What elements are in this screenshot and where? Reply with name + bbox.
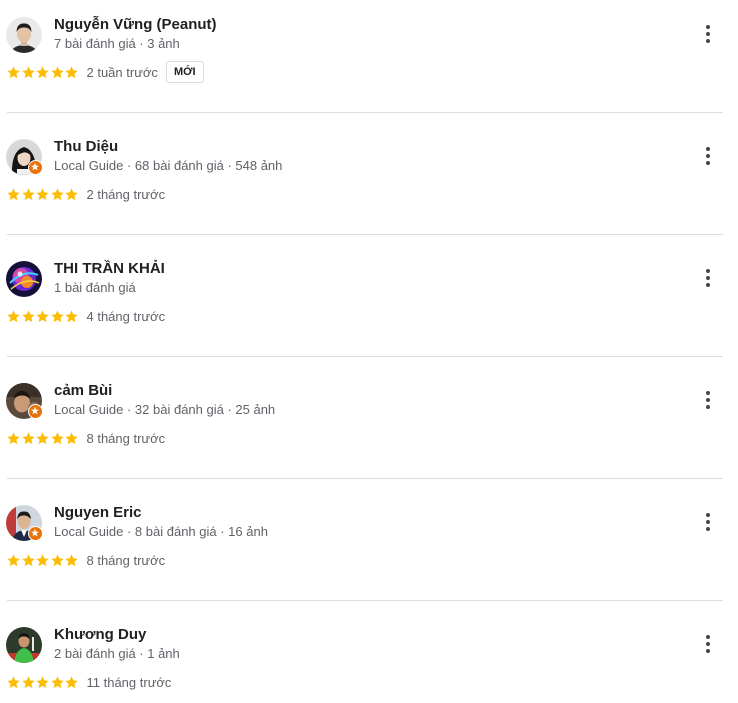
star-icon [21, 431, 35, 444]
more-vert-icon [706, 269, 710, 287]
reviewer-meta: Local Guide · 32 bài đánh giá · 25 ảnh [54, 402, 276, 417]
reviewer-avatar[interactable] [6, 505, 43, 541]
divider [7, 112, 723, 113]
star-icon [21, 675, 35, 688]
star-icon [65, 675, 78, 688]
star-rating [6, 65, 79, 80]
star-icon [36, 553, 49, 566]
reviewer-name[interactable]: Thu Diệu [54, 138, 118, 155]
reviewer-avatar[interactable] [6, 627, 42, 663]
local-guide-badge-icon [28, 526, 43, 541]
star-icon [21, 309, 35, 322]
star-icon [7, 187, 20, 200]
star-icon [7, 65, 20, 78]
review-item: Nguyen Eric Local Guide · 8 bài đánh giá… [0, 488, 738, 610]
star-icon [65, 553, 78, 566]
review-time: 2 tháng trước [86, 186, 166, 202]
divider [7, 356, 723, 357]
star-rating [6, 675, 79, 690]
rating-row: 11 tháng trước [6, 673, 171, 691]
more-options-button[interactable] [696, 632, 720, 656]
star-icon [50, 187, 64, 200]
more-options-button[interactable] [696, 22, 720, 46]
star-icon [36, 675, 49, 688]
more-options-button[interactable] [696, 266, 720, 290]
more-vert-icon [706, 25, 710, 43]
rating-row: 8 tháng trước [6, 551, 165, 569]
rating-row: 4 tháng trước [6, 307, 165, 325]
local-guide-badge-icon [28, 160, 43, 175]
review-time: 8 tháng trước [86, 552, 166, 568]
divider [7, 478, 723, 479]
more-vert-icon [706, 513, 710, 531]
reviewer-meta: 7 bài đánh giá · 3 ảnh [54, 36, 180, 51]
reviewer-avatar[interactable] [6, 17, 42, 53]
avatar-player-green [6, 627, 42, 663]
more-options-button[interactable] [696, 388, 720, 412]
reviewer-meta: 1 bài đánh giá [54, 280, 136, 295]
more-options-button[interactable] [696, 510, 720, 534]
star-icon [65, 65, 78, 78]
star-icon [65, 309, 78, 322]
more-options-button[interactable] [696, 144, 720, 168]
review-item: cảm Bùi Local Guide · 32 bài đánh giá · … [0, 366, 738, 488]
reviewer-name[interactable]: cảm Bùi [54, 382, 112, 399]
review-item: THI TRẦN KHẢI 1 bài đánh giá 4 tháng trư… [0, 244, 738, 366]
star-icon [7, 553, 20, 566]
review-time: 2 tuần trước [86, 64, 158, 80]
star-rating [6, 553, 79, 568]
new-badge: MỚI [165, 61, 204, 83]
star-icon [65, 187, 78, 200]
local-guide-badge-icon [28, 404, 43, 419]
rating-row: 2 tháng trước [6, 185, 165, 203]
review-time: 8 tháng trước [86, 430, 166, 446]
review-list: Nguyễn Vững (Peanut) 7 bài đánh giá · 3 … [0, 0, 738, 703]
rating-row: 2 tuần trước MỚI [6, 61, 204, 83]
reviewer-avatar[interactable] [6, 139, 43, 175]
star-rating [6, 187, 79, 202]
divider [7, 600, 723, 601]
star-icon [7, 431, 20, 444]
avatar-colorful-orb [6, 261, 42, 297]
star-rating [6, 431, 79, 446]
review-item: Khương Duy 2 bài đánh giá · 1 ảnh 11 thá… [0, 610, 738, 703]
avatar-man-dark-hair [6, 17, 42, 53]
review-item: Nguyễn Vững (Peanut) 7 bài đánh giá · 3 … [0, 0, 738, 122]
reviewer-meta: 2 bài đánh giá · 1 ảnh [54, 646, 180, 661]
review-item: Thu Diệu Local Guide · 68 bài đánh giá ·… [0, 122, 738, 244]
star-icon [50, 309, 64, 322]
star-icon [36, 187, 49, 200]
review-time: 4 tháng trước [86, 308, 166, 324]
rating-row: 8 tháng trước [6, 429, 165, 447]
reviewer-meta: Local Guide · 68 bài đánh giá · 548 ảnh [54, 158, 283, 173]
more-vert-icon [706, 635, 710, 653]
star-rating [6, 309, 79, 324]
star-icon [36, 431, 49, 444]
divider [7, 234, 723, 235]
star-icon [36, 65, 49, 78]
review-time: 11 tháng trước [86, 674, 172, 690]
reviewer-name[interactable]: Nguyễn Vững (Peanut) [54, 16, 217, 33]
star-icon [21, 65, 35, 78]
star-icon [50, 553, 64, 566]
more-vert-icon [706, 391, 710, 409]
star-icon [50, 675, 64, 688]
reviewer-avatar[interactable] [6, 261, 42, 297]
reviewer-name[interactable]: Nguyen Eric [54, 504, 142, 521]
reviewer-name[interactable]: Khương Duy [54, 626, 146, 643]
star-icon [21, 553, 35, 566]
star-icon [21, 187, 35, 200]
star-icon [65, 431, 78, 444]
star-icon [7, 675, 20, 688]
star-icon [50, 65, 64, 78]
star-icon [50, 431, 64, 444]
reviewer-name[interactable]: THI TRẦN KHẢI [54, 260, 165, 277]
more-vert-icon [706, 147, 710, 165]
star-icon [7, 309, 20, 322]
star-icon [36, 309, 49, 322]
reviewer-avatar[interactable] [6, 383, 43, 419]
reviewer-meta: Local Guide · 8 bài đánh giá · 16 ảnh [54, 524, 268, 539]
